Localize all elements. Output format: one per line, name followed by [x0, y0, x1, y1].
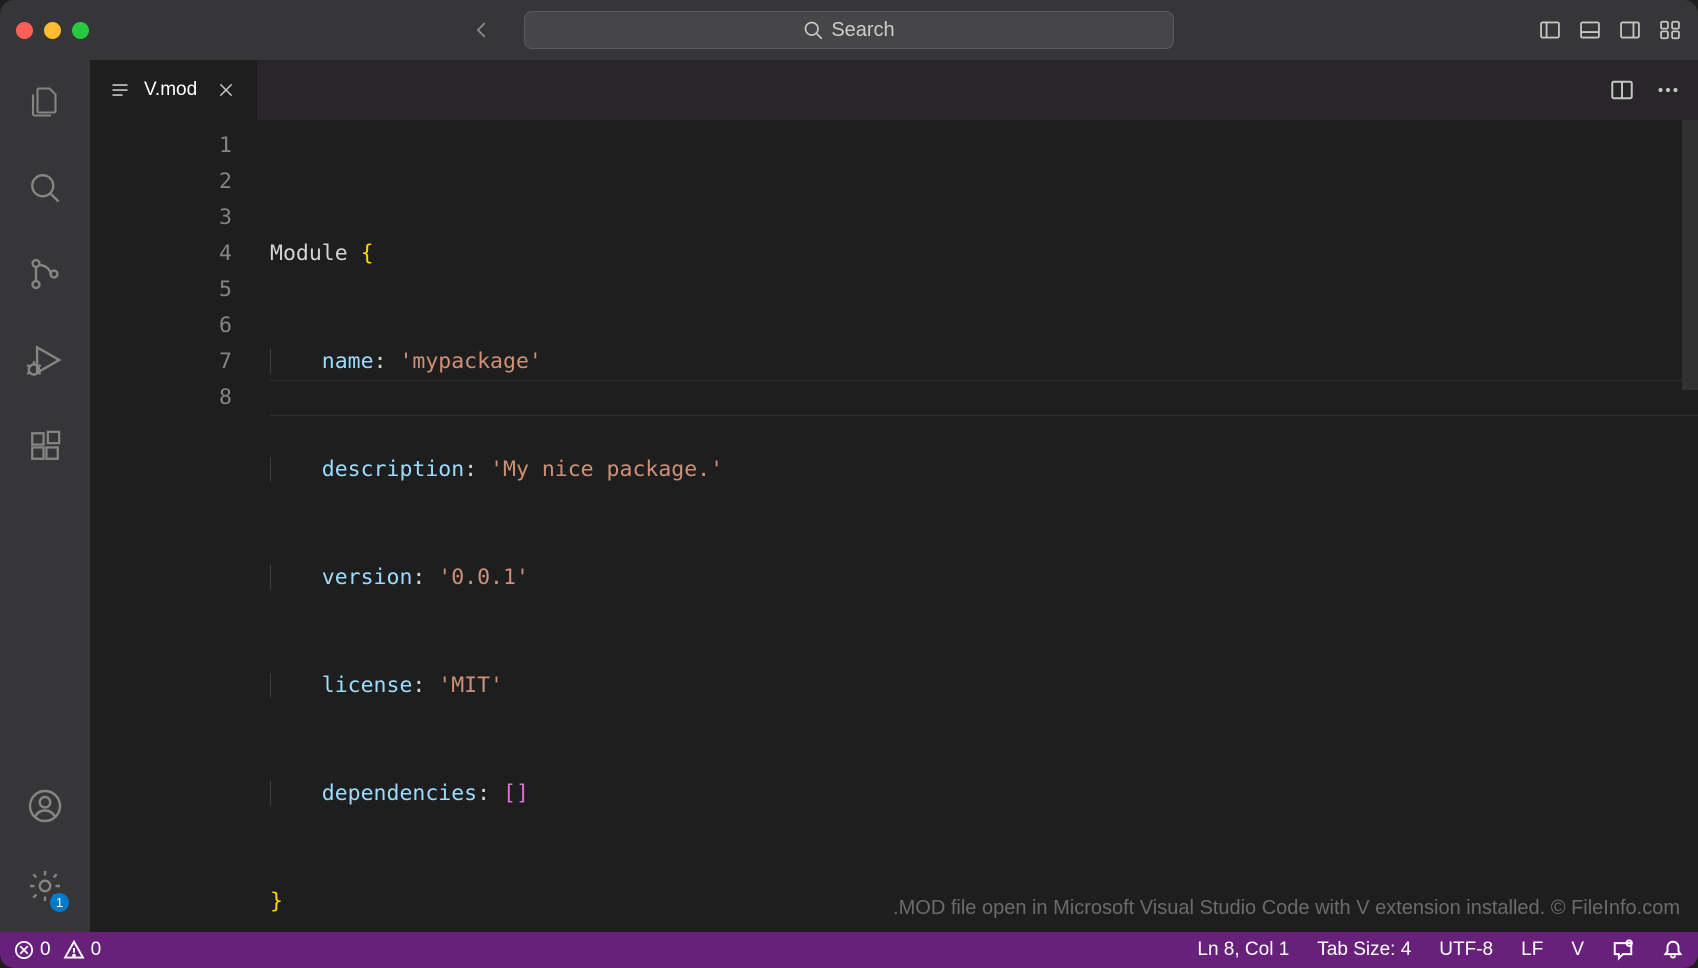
- manage-activity[interactable]: 1: [17, 858, 73, 914]
- watermark-caption: .MOD file open in Microsoft Visual Studi…: [893, 890, 1680, 926]
- feedback-button[interactable]: [1612, 939, 1634, 961]
- file-icon: [110, 80, 130, 100]
- toggle-primary-sidebar-button[interactable]: [1538, 18, 1562, 42]
- explorer-activity[interactable]: [17, 74, 73, 130]
- extensions-activity[interactable]: [17, 418, 73, 474]
- extensions-icon: [28, 429, 62, 463]
- titlebar: Search: [0, 0, 1698, 60]
- window-controls: [16, 22, 89, 39]
- search-icon: [803, 20, 823, 40]
- account-icon: [27, 788, 63, 824]
- minimize-window-button[interactable]: [44, 22, 61, 39]
- split-editor-button[interactable]: [1610, 78, 1634, 102]
- error-count: 0: [40, 939, 51, 961]
- bell-icon: [1662, 939, 1684, 961]
- debug-icon: [26, 341, 64, 379]
- warning-icon: [63, 939, 85, 961]
- notifications-button[interactable]: [1662, 939, 1684, 961]
- line-number: 3: [90, 200, 232, 236]
- nav-back-button[interactable]: [470, 18, 494, 42]
- language-mode-status[interactable]: V: [1571, 939, 1584, 961]
- ellipsis-icon: [1656, 78, 1680, 102]
- toggle-panel-button[interactable]: [1578, 18, 1602, 42]
- tab-close-button[interactable]: [211, 75, 241, 105]
- close-window-button[interactable]: [16, 22, 33, 39]
- problems-status[interactable]: 0 0: [14, 939, 101, 961]
- encoding-status[interactable]: UTF-8: [1439, 939, 1493, 961]
- line-number: 8: [90, 380, 232, 416]
- editor-area: V.mod 1 2: [90, 60, 1698, 932]
- more-actions-button[interactable]: [1656, 78, 1680, 102]
- source-control-icon: [27, 256, 63, 292]
- maximize-window-button[interactable]: [72, 22, 89, 39]
- editor-tabs: V.mod: [90, 60, 1698, 120]
- code-content[interactable]: Module { name: 'mypackage' description: …: [270, 120, 1698, 932]
- code-editor[interactable]: 1 2 3 4 5 6 7 8 Module { name: 'mypackag…: [90, 120, 1698, 932]
- status-bar: 0 0 Ln 8, Col 1 Tab Size: 4 UTF-8 LF V: [0, 932, 1698, 968]
- run-debug-activity[interactable]: [17, 332, 73, 388]
- close-icon: [217, 81, 235, 99]
- search-activity[interactable]: [17, 160, 73, 216]
- editor-tab[interactable]: V.mod: [90, 60, 258, 120]
- files-icon: [27, 84, 63, 120]
- search-icon: [27, 170, 63, 206]
- cursor-position-status[interactable]: Ln 8, Col 1: [1197, 939, 1289, 961]
- feedback-icon: [1612, 939, 1634, 961]
- customize-layout-button[interactable]: [1658, 18, 1682, 42]
- eol-status[interactable]: LF: [1521, 939, 1543, 961]
- line-number: 5: [90, 272, 232, 308]
- line-number-gutter: 1 2 3 4 5 6 7 8: [90, 120, 270, 932]
- line-number: 2: [90, 164, 232, 200]
- line-number: 4: [90, 236, 232, 272]
- command-center-search[interactable]: Search: [524, 11, 1174, 49]
- tab-filename: V.mod: [144, 79, 197, 101]
- search-placeholder: Search: [831, 19, 894, 42]
- line-number: 6: [90, 308, 232, 344]
- warning-count: 0: [91, 939, 102, 961]
- line-number: 1: [90, 128, 232, 164]
- toggle-secondary-sidebar-button[interactable]: [1618, 18, 1642, 42]
- line-number: 7: [90, 344, 232, 380]
- accounts-activity[interactable]: [17, 778, 73, 834]
- settings-badge: 1: [50, 893, 69, 912]
- source-control-activity[interactable]: [17, 246, 73, 302]
- error-icon: [14, 940, 34, 960]
- indentation-status[interactable]: Tab Size: 4: [1317, 939, 1411, 961]
- activity-bar: 1: [0, 60, 90, 932]
